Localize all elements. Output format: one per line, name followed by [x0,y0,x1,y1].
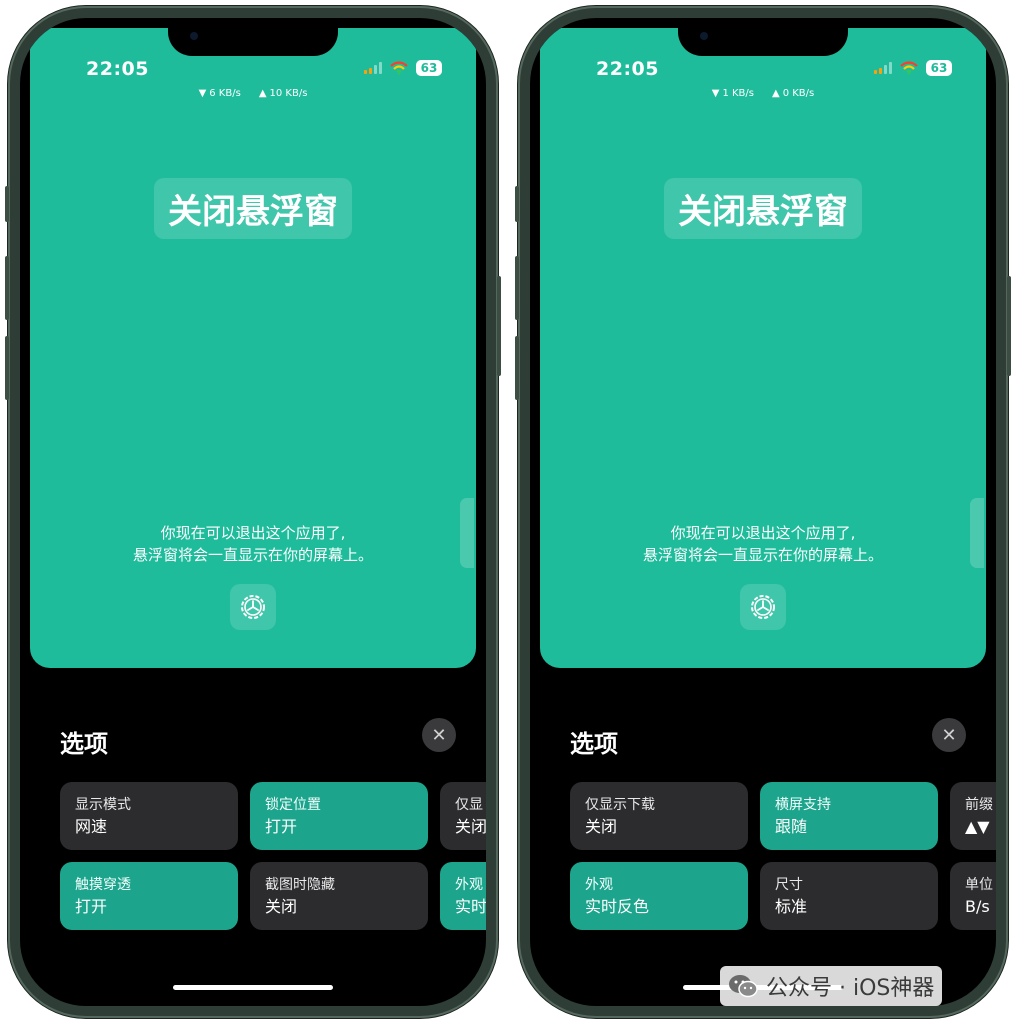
download-arrow-icon: ▼ [198,88,207,99]
option-card-hide-on-screenshot[interactable]: 截图时隐藏 关闭 [250,862,428,930]
close-floating-window-button[interactable]: 关闭悬浮窗 [154,178,352,239]
option-card-display-mode[interactable]: 显示模式 网速 [60,782,238,850]
hint-text: 你现在可以退出这个应用了, 悬浮窗将会一直显示在你的屏幕上。 [642,524,883,564]
network-speed-readout: ▼ 1 KB/s ▲ 0 KB/s [540,88,986,99]
gear-icon [241,595,265,619]
battery-indicator: 63 [416,60,442,76]
phone-right: 22:05 63 ▼ 1 KB/s ▲ 0 KB/s 关闭悬浮窗 你现在可以退出这个… [515,6,1011,1018]
floating-window-panel: 22:05 63 ▼ 6 KB/s ▲ 10 KB/s 关闭悬浮窗 你现在可以退出这… [30,28,476,668]
option-card-landscape-support[interactable]: 横屏支持 跟随 [760,782,938,850]
close-options-button[interactable]: ✕ [932,718,966,752]
wifi-icon [390,61,408,75]
option-card-lock-position[interactable]: 锁定位置 打开 [250,782,428,850]
close-options-button[interactable]: ✕ [422,718,456,752]
wifi-icon [900,61,918,75]
edge-drag-handle[interactable] [460,498,474,568]
upload-arrow-icon: ▲ [772,88,780,99]
status-icons: 63 [364,60,442,76]
notch [678,18,848,56]
close-floating-window-button[interactable]: 关闭悬浮窗 [664,178,862,239]
notch [168,18,338,56]
option-card-unit[interactable]: 单位 B/s [950,862,996,930]
camera [190,32,198,40]
status-time: 22:05 [86,58,149,80]
wechat-icon [729,975,758,998]
gear-icon [751,595,775,619]
options-grid: 显示模式 网速 锁定位置 打开 仅显 关闭 触摸穿透 打开 截图时隐藏 关闭 外… [60,782,486,932]
mute-switch [515,186,519,222]
volume-up-button [5,256,9,320]
option-card-appearance[interactable]: 外观 实时 [440,862,486,930]
floating-window-panel: 22:05 63 ▼ 1 KB/s ▲ 0 KB/s 关闭悬浮窗 你现在可以退出这个… [540,28,986,668]
screen: 22:05 63 ▼ 1 KB/s ▲ 0 KB/s 关闭悬浮窗 你现在可以退出这个… [530,18,996,1006]
hint-text: 你现在可以退出这个应用了, 悬浮窗将会一直显示在你的屏幕上。 [132,524,373,564]
volume-down-button [5,336,9,400]
edge-drag-handle[interactable] [970,498,984,568]
screen: 22:05 63 ▼ 6 KB/s ▲ 10 KB/s 关闭悬浮窗 你现在可以退出这… [20,18,486,1006]
download-speed: ▼ 6 KB/s [198,88,241,99]
option-card-size[interactable]: 尺寸 标准 [760,862,938,930]
mute-switch [5,186,9,222]
status-icons: 63 [874,60,952,76]
cellular-signal-icon [874,62,892,74]
cellular-signal-icon [364,62,382,74]
download-arrow-icon: ▼ [711,88,720,99]
close-icon: ✕ [431,724,447,746]
watermark-text: 公众号 · iOS神器 [766,976,935,1001]
watermark: 公众号 · iOS神器 [720,966,943,1006]
upload-speed: ▲ 10 KB/s [258,88,308,99]
battery-indicator: 63 [926,60,952,76]
upload-speed: ▲ 0 KB/s [772,88,815,99]
settings-button[interactable] [230,584,276,630]
home-indicator[interactable] [173,985,333,990]
volume-down-button [515,336,519,400]
option-card-prefix[interactable]: 前缀 ▲▼ [950,782,996,850]
option-card-download-only[interactable]: 仅显 关闭 [440,782,486,850]
options-title: 选项 [570,730,618,758]
upload-arrow-icon: ▲ [258,88,267,99]
option-card-download-only[interactable]: 仅显示下载 关闭 [570,782,748,850]
camera [700,32,708,40]
power-button [497,276,501,376]
phone-left: 22:05 63 ▼ 6 KB/s ▲ 10 KB/s 关闭悬浮窗 你现在可以退出这… [5,6,501,1018]
close-icon: ✕ [941,724,957,746]
status-time: 22:05 [596,58,659,80]
options-grid: 仅显示下载 关闭 横屏支持 跟随 前缀 ▲▼ 外观 实时反色 尺寸 标准 单位 … [570,782,996,932]
option-card-appearance[interactable]: 外观 实时反色 [570,862,748,930]
volume-up-button [515,256,519,320]
network-speed-readout: ▼ 6 KB/s ▲ 10 KB/s [30,88,476,99]
settings-button[interactable] [740,584,786,630]
option-card-touch-through[interactable]: 触摸穿透 打开 [60,862,238,930]
options-title: 选项 [60,730,108,758]
power-button [1007,276,1011,376]
download-speed: ▼ 1 KB/s [711,88,754,99]
